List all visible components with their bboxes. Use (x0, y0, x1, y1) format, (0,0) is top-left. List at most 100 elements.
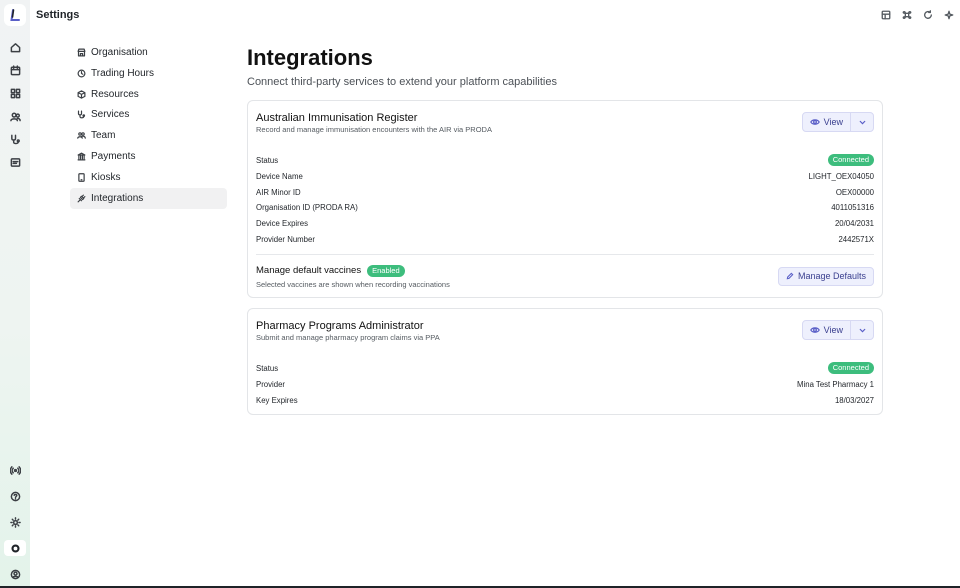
row-value: LIGHT_OEX04050 (808, 172, 874, 182)
detail-row: Device Expires 20/04/2031 (256, 216, 874, 232)
view-button[interactable]: View (803, 113, 850, 131)
inbox-icon[interactable] (7, 154, 23, 170)
row-label: Organisation ID (PRODA RA) (256, 203, 358, 213)
nav-item-label: Kiosks (91, 171, 121, 183)
view-button-group: View (801, 112, 874, 132)
plug-icon (76, 193, 86, 203)
settings-nav: Organisation Trading Hours Resources Ser… (70, 42, 227, 209)
page-title: Integrations (247, 45, 373, 70)
view-dropdown-button[interactable] (851, 113, 873, 131)
detail-row: Organisation ID (PRODA RA) 4011051316 (256, 200, 874, 216)
clock-icon (76, 68, 86, 78)
nav-item-team[interactable]: Team (70, 125, 227, 146)
manage-defaults-button[interactable]: Manage Defaults (777, 266, 874, 286)
nav-item-integrations[interactable]: Integrations (70, 187, 227, 209)
card-description: Record and manage immunisation encounter… (256, 125, 492, 134)
main-content: Integrations Connect third-party service… (247, 44, 883, 415)
nav-item-services[interactable]: Services (70, 104, 227, 125)
card-title: Australian Immunisation Register (256, 112, 418, 124)
row-value: Mina Test Pharmacy 1 (797, 380, 874, 390)
eye-icon (809, 119, 820, 125)
app-logo[interactable] (4, 4, 26, 26)
app-rail (0, 0, 30, 588)
row-value: 4011051316 (831, 203, 874, 213)
nav-item-kiosks[interactable]: Kiosks (70, 167, 227, 188)
manage-defaults-label: Manage Defaults (797, 271, 866, 282)
nav-item-label: Payments (91, 151, 136, 163)
stethoscope-icon[interactable] (7, 131, 23, 147)
home-icon[interactable] (7, 39, 23, 55)
detail-row: Key Expires 18/03/2027 (256, 393, 874, 409)
users-icon[interactable] (7, 108, 23, 124)
integration-card-ppa: Pharmacy Programs Administrator Submit a… (247, 308, 883, 415)
tablet-icon (76, 172, 86, 182)
integration-card-air: Australian Immunisation Register Record … (247, 100, 883, 298)
card-description: Submit and manage pharmacy program claim… (256, 333, 440, 342)
nav-item-label: Team (91, 130, 116, 142)
sparkle-icon[interactable] (942, 8, 956, 22)
user-circle-icon[interactable] (7, 566, 23, 582)
chevron-down-icon (859, 120, 865, 124)
nav-item-organisation[interactable]: Organisation (70, 42, 227, 63)
view-dropdown-button[interactable] (851, 321, 873, 339)
row-label: Provider (256, 380, 286, 390)
status-badge: Connected (827, 362, 874, 374)
row-label: AIR Minor ID (256, 187, 301, 197)
nav-item-label: Services (91, 109, 130, 121)
status-badge: Connected (827, 154, 874, 166)
nav-item-resources[interactable]: Resources (70, 84, 227, 105)
command-icon[interactable] (900, 8, 914, 22)
enabled-badge: Enabled (367, 264, 405, 277)
row-label: Status (256, 155, 279, 165)
nav-item-label: Organisation (91, 47, 148, 58)
row-label: Device Expires (256, 219, 308, 229)
nav-item-label: Resources (91, 88, 139, 100)
top-actions (879, 8, 956, 22)
box-icon (76, 89, 86, 99)
row-label: Key Expires (256, 395, 298, 405)
row-value: 2442571X (838, 234, 874, 244)
page-subtitle: Connect third-party services to extend y… (247, 76, 557, 88)
view-button-label: View (823, 325, 843, 335)
layout-icon[interactable] (879, 8, 893, 22)
detail-row: Provider Mina Test Pharmacy 1 (256, 377, 874, 393)
row-value: OEX00000 (835, 187, 874, 197)
stethoscope-icon (76, 110, 86, 120)
status-row: Status Connected (256, 359, 874, 377)
nav-item-trading-hours[interactable]: Trading Hours (70, 63, 227, 84)
refresh-icon[interactable] (921, 8, 935, 22)
pencil-icon (786, 273, 794, 280)
view-button[interactable]: View (803, 321, 850, 339)
row-label: Status (256, 363, 279, 373)
default-vaccines-section: Manage default vaccines Enabled Selected… (256, 255, 874, 299)
nav-item-label: Integrations (91, 192, 144, 204)
detail-row: Device Name LIGHT_OEX04050 (256, 169, 874, 185)
details-list: Status Connected Provider Mina Test Phar… (256, 359, 874, 408)
details-list: Status Connected Device Name LIGHT_OEX04… (256, 151, 874, 247)
help-icon[interactable] (7, 488, 23, 504)
nav-item-label: Trading Hours (91, 67, 154, 79)
detail-row: Provider Number 2442571X (256, 231, 874, 247)
view-button-label: View (823, 117, 843, 127)
row-value: 18/03/2027 (834, 395, 874, 405)
row-label: Provider Number (256, 234, 315, 244)
gear-icon[interactable] (4, 540, 26, 556)
bank-icon (76, 152, 86, 162)
calendar-icon[interactable] (7, 62, 23, 78)
view-button-group: View (801, 320, 874, 340)
chevron-down-icon (859, 328, 865, 332)
grid-icon[interactable] (7, 85, 23, 101)
broadcast-icon[interactable] (7, 462, 23, 478)
eye-icon (809, 327, 820, 333)
status-row: Status Connected (256, 151, 874, 169)
row-label: Device Name (256, 172, 303, 182)
detail-row: AIR Minor ID OEX00000 (256, 185, 874, 201)
card-title: Pharmacy Programs Administrator (256, 320, 424, 332)
page-header-title: Settings (36, 9, 80, 21)
section-title: Manage default vaccines (256, 265, 362, 277)
sun-icon[interactable] (7, 514, 23, 530)
team-icon (76, 131, 86, 141)
store-icon (76, 48, 86, 58)
nav-item-payments[interactable]: Payments (70, 146, 227, 167)
row-value: 20/04/2031 (834, 219, 874, 229)
